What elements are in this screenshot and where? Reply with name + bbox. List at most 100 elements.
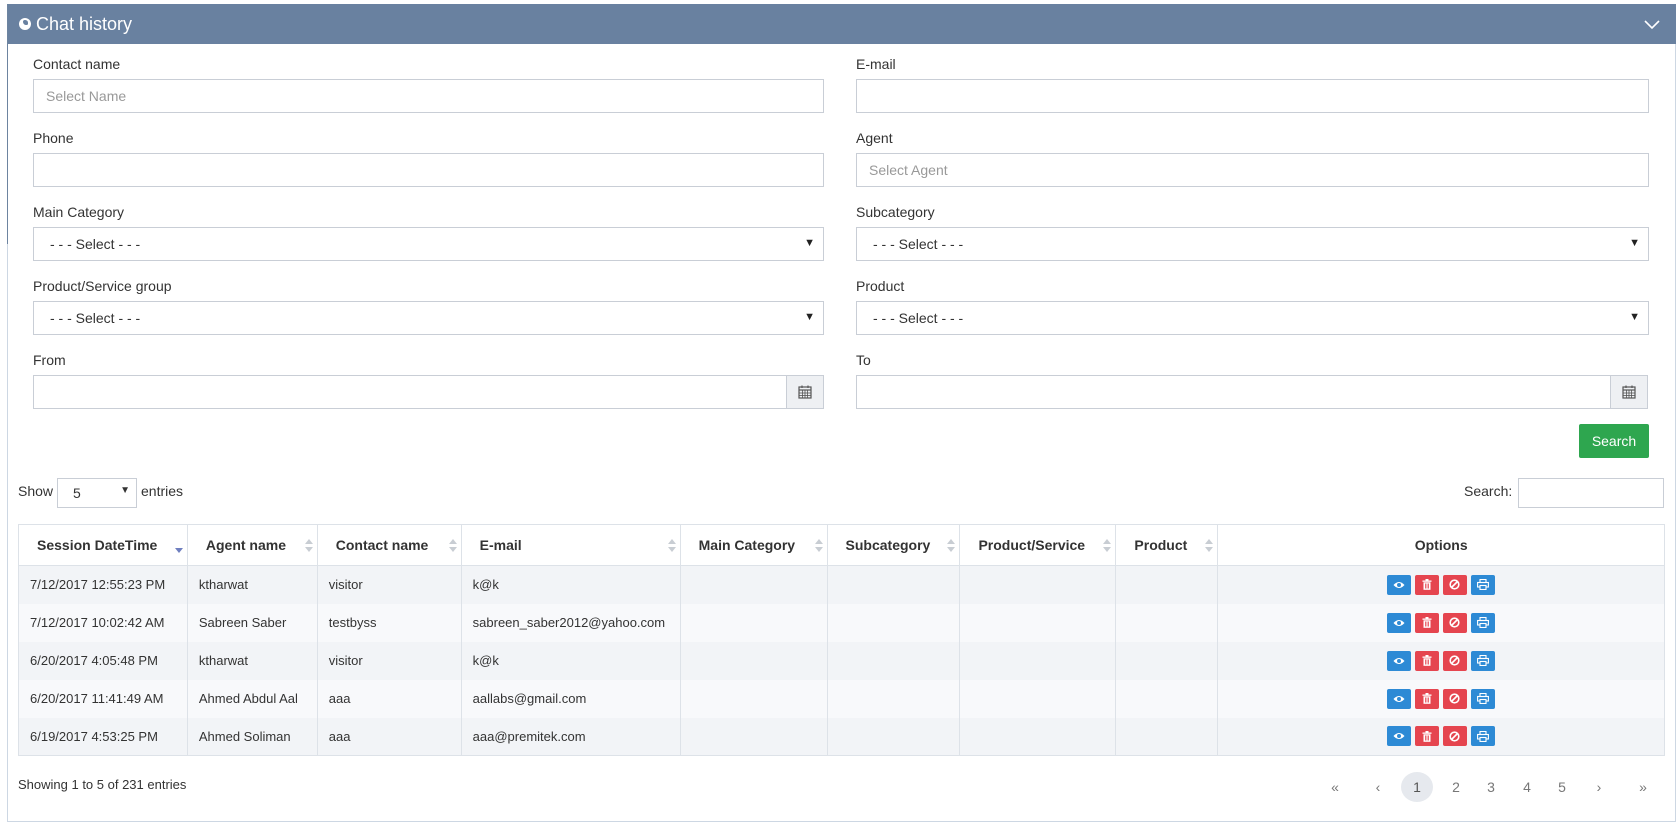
main-category-label: Main Category: [33, 204, 125, 220]
panel-title: Chat history: [36, 13, 133, 34]
table-cell: 7/12/2017 12:55:23 PM: [18, 565, 188, 604]
table-cell: [826, 603, 961, 642]
agent-input[interactable]: Select Agent: [856, 153, 1649, 187]
entries-label: entries: [141, 483, 184, 499]
panel-header[interactable]: Chat history: [8, 4, 1676, 44]
delete-button[interactable]: [1414, 574, 1439, 595]
print-icon: [1476, 693, 1489, 704]
block-button[interactable]: [1442, 612, 1467, 633]
caret-down-icon: ▼: [804, 311, 815, 323]
print-icon: [1476, 730, 1489, 742]
phone-input[interactable]: [33, 153, 824, 187]
table-search-input[interactable]: [1518, 478, 1664, 508]
table-cell: [826, 565, 961, 604]
delete-button[interactable]: [1414, 726, 1439, 747]
col-email[interactable]: E-mail: [460, 524, 681, 566]
print-button[interactable]: [1470, 726, 1495, 747]
pagination-page-3[interactable]: 3: [1476, 772, 1506, 802]
product-label: Product: [856, 278, 905, 294]
pagination-page-4[interactable]: 4: [1512, 772, 1542, 802]
table-cell: [679, 717, 828, 756]
ban-icon: [1449, 693, 1460, 704]
delete-button[interactable]: [1414, 688, 1439, 709]
delete-button[interactable]: [1414, 612, 1439, 633]
table-cell: [826, 641, 961, 680]
view-button[interactable]: [1386, 612, 1411, 633]
block-button[interactable]: [1442, 650, 1467, 671]
table-cell: Sabreen Saber: [186, 603, 318, 642]
ban-icon: [1449, 731, 1460, 742]
block-button[interactable]: [1442, 688, 1467, 709]
show-label: Show: [18, 483, 54, 499]
ban-icon: [1449, 617, 1460, 628]
table-cell: [959, 641, 1117, 680]
block-button[interactable]: [1442, 574, 1467, 595]
trash-icon: [1422, 655, 1432, 666]
col-contact-name[interactable]: Contact name: [316, 524, 462, 566]
caret-down-icon: ▼: [1629, 237, 1640, 249]
table-header-row: Session DateTime Agent name Contact name…: [18, 524, 1665, 566]
table-cell: ktharwat: [186, 641, 318, 680]
sort-icon: [667, 539, 676, 553]
view-button[interactable]: [1386, 688, 1411, 709]
view-button[interactable]: [1386, 650, 1411, 671]
eye-icon: [1393, 581, 1405, 588]
pagination-page-5[interactable]: 5: [1547, 772, 1577, 802]
print-button[interactable]: [1470, 650, 1495, 671]
pagination-next[interactable]: ›: [1584, 772, 1614, 802]
from-date-input[interactable]: [33, 375, 787, 409]
block-button[interactable]: [1442, 726, 1467, 747]
print-button[interactable]: [1470, 574, 1495, 595]
print-icon: [1476, 655, 1489, 666]
ban-icon: [1449, 655, 1460, 666]
delete-button[interactable]: [1414, 650, 1439, 671]
subcategory-select[interactable]: - - - Select - - - ▼: [856, 227, 1649, 261]
col-agent-name[interactable]: Agent name: [186, 524, 318, 566]
to-date-input[interactable]: [856, 375, 1611, 409]
product-group-select[interactable]: - - - Select - - - ▼: [33, 301, 824, 335]
table-cell: [1115, 717, 1219, 756]
pagination-page-1[interactable]: 1: [1401, 772, 1433, 802]
product-select[interactable]: - - - Select - - - ▼: [856, 301, 1649, 335]
to-label: To: [856, 352, 871, 368]
globe-icon: [19, 18, 31, 30]
pagination-last[interactable]: »: [1628, 772, 1658, 802]
pagination-prev[interactable]: ‹: [1363, 772, 1393, 802]
email-input[interactable]: [856, 79, 1649, 113]
pagination-first[interactable]: «: [1320, 772, 1350, 802]
table-cell: sabreen_saber2012@yahoo.com: [460, 603, 681, 642]
table-cell: [1115, 565, 1219, 604]
print-icon: [1476, 579, 1489, 591]
col-subcategory[interactable]: Subcategory: [826, 524, 961, 566]
view-button[interactable]: [1386, 726, 1411, 747]
col-product[interactable]: Product: [1115, 524, 1219, 566]
caret-down-icon: ▼: [804, 237, 815, 249]
table-row: 6/20/2017 11:41:49 AM Ahmed Abdul Aal aaa a…: [18, 679, 1665, 718]
table-cell: visitor: [316, 565, 462, 604]
chevron-down-icon[interactable]: [1642, 14, 1662, 34]
table-cell: [679, 565, 828, 604]
table-row: 7/12/2017 12:55:23 PM ktharwat visitor k@k: [18, 565, 1665, 604]
pagination-page-2[interactable]: 2: [1441, 772, 1471, 802]
trash-icon: [1422, 579, 1432, 591]
view-button[interactable]: [1386, 574, 1411, 595]
agent-label: Agent: [856, 130, 893, 146]
contact-name-input[interactable]: Select Name: [33, 79, 824, 113]
table-cell: [826, 717, 961, 756]
col-product-service[interactable]: Product/Service: [959, 524, 1117, 566]
col-session-datetime[interactable]: Session DateTime: [18, 524, 188, 566]
eye-icon: [1393, 695, 1405, 702]
from-calendar-button[interactable]: [786, 375, 824, 409]
main-category-select[interactable]: - - - Select - - - ▼: [33, 227, 824, 261]
table-cell: 7/12/2017 10:02:42 AM: [18, 603, 188, 642]
eye-icon: [1393, 733, 1405, 740]
search-button[interactable]: Search: [1579, 424, 1649, 458]
to-calendar-button[interactable]: [1610, 375, 1648, 409]
col-main-category[interactable]: Main Category: [679, 524, 828, 566]
main-category-value: - - - Select - - -: [50, 236, 141, 252]
page-length-select[interactable]: 5 ▼: [57, 478, 137, 508]
table-cell: [959, 717, 1117, 756]
print-button[interactable]: [1470, 612, 1495, 633]
product-group-value: - - - Select - - -: [50, 310, 141, 326]
print-button[interactable]: [1470, 688, 1495, 709]
